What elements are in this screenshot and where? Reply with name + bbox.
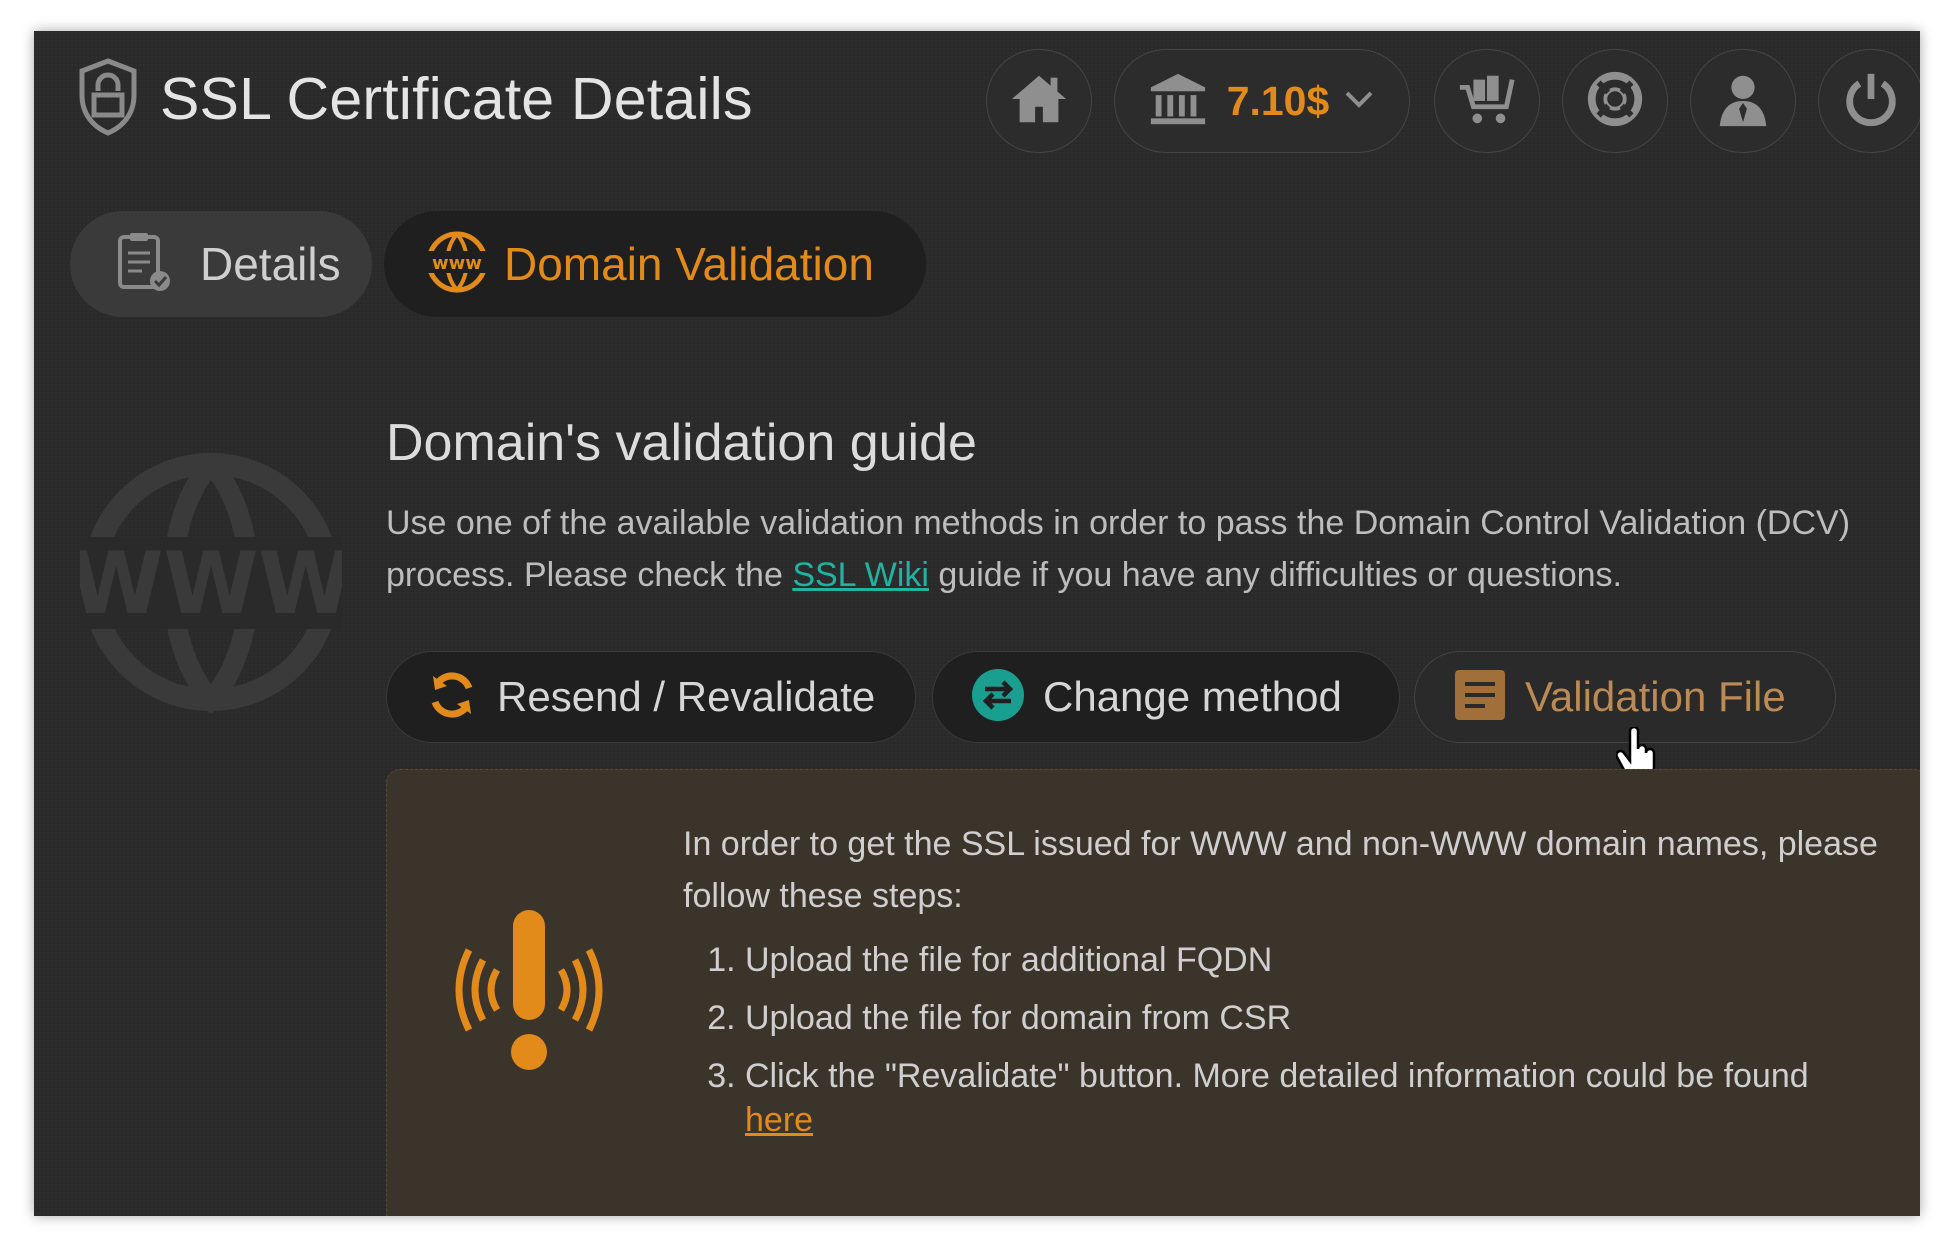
lifebuoy-icon [1584, 68, 1646, 135]
user-icon [1712, 68, 1774, 135]
notice-steps: Upload the file for additional FQDN Uplo… [705, 938, 1920, 1156]
tab-details-label: Details [200, 238, 341, 290]
shield-lock-icon [76, 57, 140, 142]
cart-icon [1456, 68, 1518, 135]
page-header: SSL Certificate Details [76, 57, 753, 142]
balance-amount: 7.10$ [1226, 77, 1330, 124]
home-icon [1008, 68, 1070, 135]
refresh-icon [387, 668, 479, 727]
balance-button[interactable]: 7.10$ [1114, 49, 1410, 153]
account-button[interactable] [1690, 49, 1796, 153]
resend-revalidate-label: Resend / Revalidate [497, 673, 876, 720]
guide-description: Use one of the available validation meth… [386, 504, 1851, 594]
page-title: SSL Certificate Details [160, 66, 753, 132]
power-icon [1840, 68, 1902, 135]
ssl-wiki-link[interactable]: SSL Wiki [792, 556, 929, 594]
list-item: Click the "Revalidate" button. More deta… [745, 1054, 1920, 1142]
notice-intro: In order to get the SSL issued for WWW a… [683, 825, 1878, 915]
tab-domain-validation[interactable]: www Domain Validation [384, 211, 926, 317]
list-item: Upload the file for domain from CSR [745, 996, 1920, 1040]
chevron-down-icon [1329, 81, 1377, 122]
here-link[interactable]: here [745, 1101, 813, 1139]
svg-text:WWW: WWW [80, 534, 342, 634]
svg-text:www: www [432, 253, 482, 274]
home-button[interactable] [986, 49, 1092, 153]
guide-title: Domain's validation guide [386, 414, 977, 472]
tab-details[interactable]: Details [70, 211, 372, 317]
tab-domain-validation-label: Domain Validation [504, 238, 874, 290]
support-button[interactable] [1562, 49, 1668, 153]
swap-arrows-icon [933, 668, 1025, 727]
clipboard-check-icon [70, 229, 176, 300]
logout-button[interactable] [1818, 49, 1920, 153]
document-icon [1415, 668, 1507, 727]
change-method-label: Change method [1043, 673, 1342, 720]
change-method-button[interactable]: Change method [932, 651, 1400, 743]
validation-file-label: Validation File [1525, 673, 1786, 720]
www-globe-icon: www [384, 229, 490, 300]
app-window: SSL Certificate Details 7.10$ Details ww… [34, 31, 1920, 1216]
list-item: Upload the file for additional FQDN [745, 938, 1920, 982]
resend-revalidate-button[interactable]: Resend / Revalidate [386, 651, 916, 743]
cart-button[interactable] [1434, 49, 1540, 153]
notice-panel: In order to get the SSL issued for WWW a… [386, 769, 1920, 1216]
bank-icon [1147, 68, 1209, 135]
